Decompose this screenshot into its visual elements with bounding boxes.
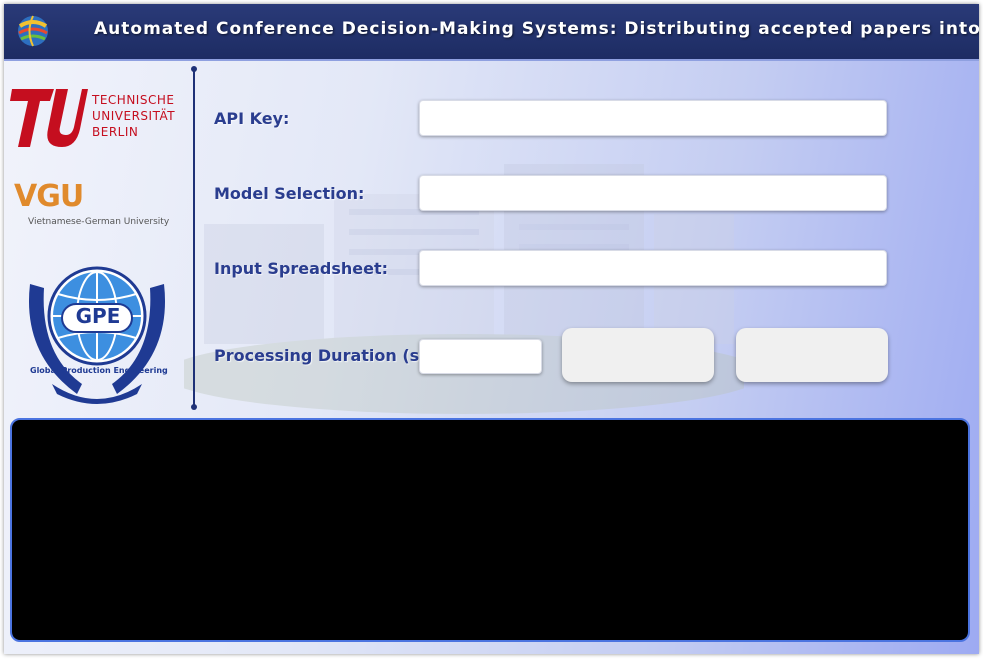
title-bar: Automated Conference Decision-Making Sys…: [4, 4, 979, 61]
action-button-left[interactable]: [562, 328, 714, 382]
tu-berlin-line3: BERLIN: [92, 125, 139, 139]
gpe-globe-icon: [28, 266, 166, 404]
tu-berlin-mark-icon: [10, 89, 88, 147]
model-selection-label: Model Selection:: [214, 184, 365, 203]
api-key-input[interactable]: [419, 100, 887, 136]
output-console[interactable]: [10, 418, 970, 642]
globe-logo-icon: [18, 15, 48, 47]
processing-duration-input[interactable]: [419, 339, 542, 374]
action-button-right[interactable]: [736, 328, 888, 382]
logo-panel: TECHNISCHE UNIVERSITÄT BERLIN VGU Vietna…: [4, 61, 194, 416]
tu-berlin-line1: TECHNISCHE: [92, 93, 175, 107]
processing-duration-label: Processing Duration (s): [214, 346, 427, 365]
vgu-logo: VGU Vietnamese-German University: [12, 179, 190, 234]
app-window: Automated Conference Decision-Making Sys…: [4, 4, 979, 654]
model-selection-input[interactable]: [419, 175, 887, 211]
app-title: Automated Conference Decision-Making Sys…: [94, 19, 979, 39]
input-spreadsheet-label: Input Spreadsheet:: [214, 259, 389, 278]
gpe-ring-text: Global Production Engineering: [30, 366, 168, 375]
gpe-mark: GPE: [75, 304, 121, 328]
input-spreadsheet-input[interactable]: [419, 250, 887, 286]
api-key-label: API Key:: [214, 109, 290, 128]
tu-berlin-logo: TECHNISCHE UNIVERSITÄT BERLIN: [10, 87, 188, 151]
tu-berlin-line2: UNIVERSITÄT: [92, 109, 176, 123]
gpe-logo: GPE Global Production Engineering: [22, 254, 172, 404]
output-text: [12, 420, 968, 436]
vertical-divider: [191, 66, 197, 410]
vgu-subtitle: Vietnamese-German University: [28, 217, 170, 227]
vgu-mark: VGU: [14, 179, 84, 214]
divider-top-dot: [191, 66, 197, 72]
divider-bottom-dot: [191, 404, 197, 410]
